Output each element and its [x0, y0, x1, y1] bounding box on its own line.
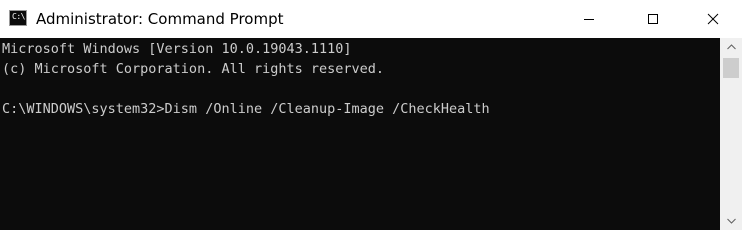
scroll-up-button[interactable] [720, 38, 742, 56]
console-command-line[interactable]: C:\WINDOWS\system32>Dism /Online /Cleanu… [2, 99, 490, 119]
close-icon [707, 13, 719, 25]
vertical-scrollbar[interactable] [720, 38, 742, 230]
cmd-icon-glyph: C:\ [12, 12, 25, 21]
scroll-down-button[interactable] [720, 212, 742, 230]
maximize-button[interactable] [630, 0, 676, 38]
scroll-up-arrow-icon [726, 44, 736, 50]
console-line-version: Microsoft Windows [Version 10.0.19043.11… [2, 41, 352, 57]
minimize-button[interactable] [566, 0, 612, 38]
scroll-thumb[interactable] [723, 58, 739, 78]
close-button[interactable] [690, 0, 736, 38]
console-output[interactable]: Microsoft Windows [Version 10.0.19043.11… [0, 38, 720, 230]
console-line-copyright: (c) Microsoft Corporation. All rights re… [2, 61, 385, 77]
command-prompt-window: C:\ Administrator: Command Prompt Micros… [0, 0, 742, 230]
cmd-icon[interactable]: C:\ [9, 10, 27, 26]
minimize-icon [584, 19, 594, 20]
title-bar[interactable]: C:\ Administrator: Command Prompt [0, 0, 742, 38]
window-title: Administrator: Command Prompt [36, 10, 284, 28]
scroll-down-arrow-icon [726, 218, 736, 224]
maximize-icon [648, 14, 658, 24]
